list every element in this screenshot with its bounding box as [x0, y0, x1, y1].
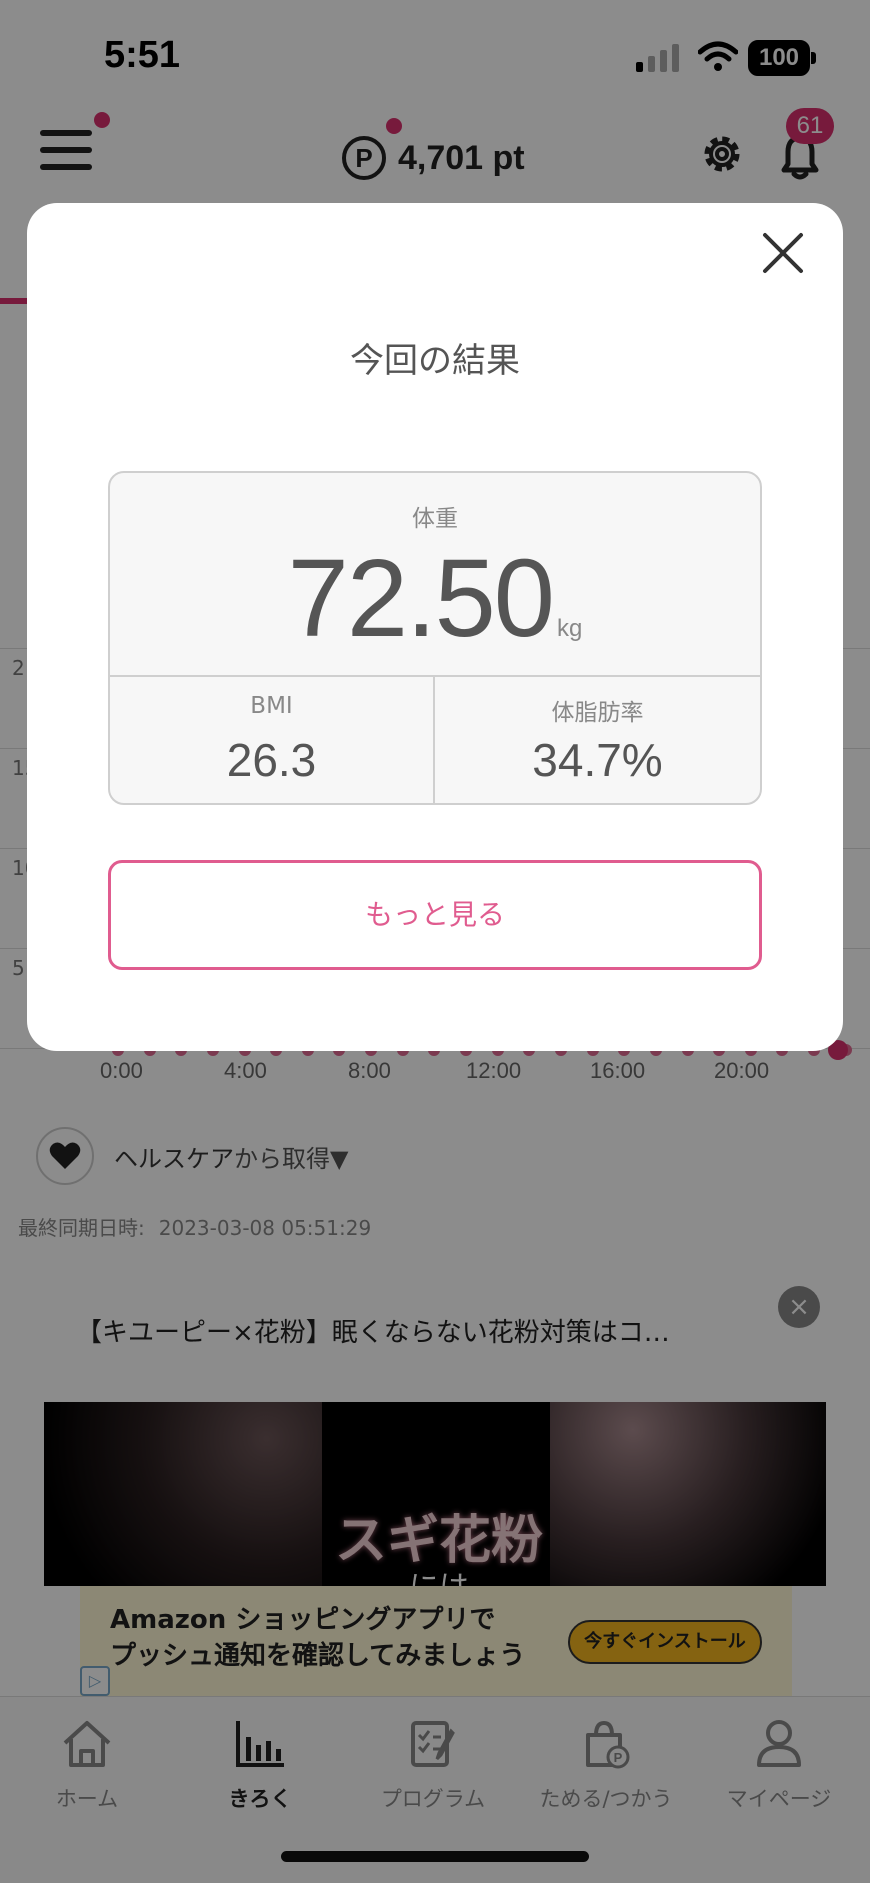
body-fat-label: 体脂肪率 [551, 700, 644, 726]
weight-label: 体重 [412, 506, 458, 532]
result-summary: 体重 72.50 kg BMI 26.3 体脂肪率 34.7% [108, 471, 762, 805]
bmi-value: 26.3 [226, 734, 317, 786]
weight-section: 体重 72.50 kg [110, 473, 760, 677]
body-fat-value: 34.7% [532, 734, 663, 786]
result-modal: 今回の結果 体重 72.50 kg BMI 26.3 体脂肪率 34.7% もっと… [27, 203, 843, 1051]
weight-value: 72.50 [287, 537, 555, 660]
modal-title: 今回の結果 [350, 341, 520, 381]
weight-display: 72.50 kg [110, 535, 760, 662]
weight-unit: kg [556, 615, 583, 642]
bmi-label: BMI [250, 693, 293, 719]
see-more-button[interactable]: もっと見る [108, 860, 762, 970]
bmi-section: BMI 26.3 [110, 677, 435, 803]
body-fat-section: 体脂肪率 34.7% [435, 677, 760, 803]
close-icon[interactable] [757, 227, 809, 279]
